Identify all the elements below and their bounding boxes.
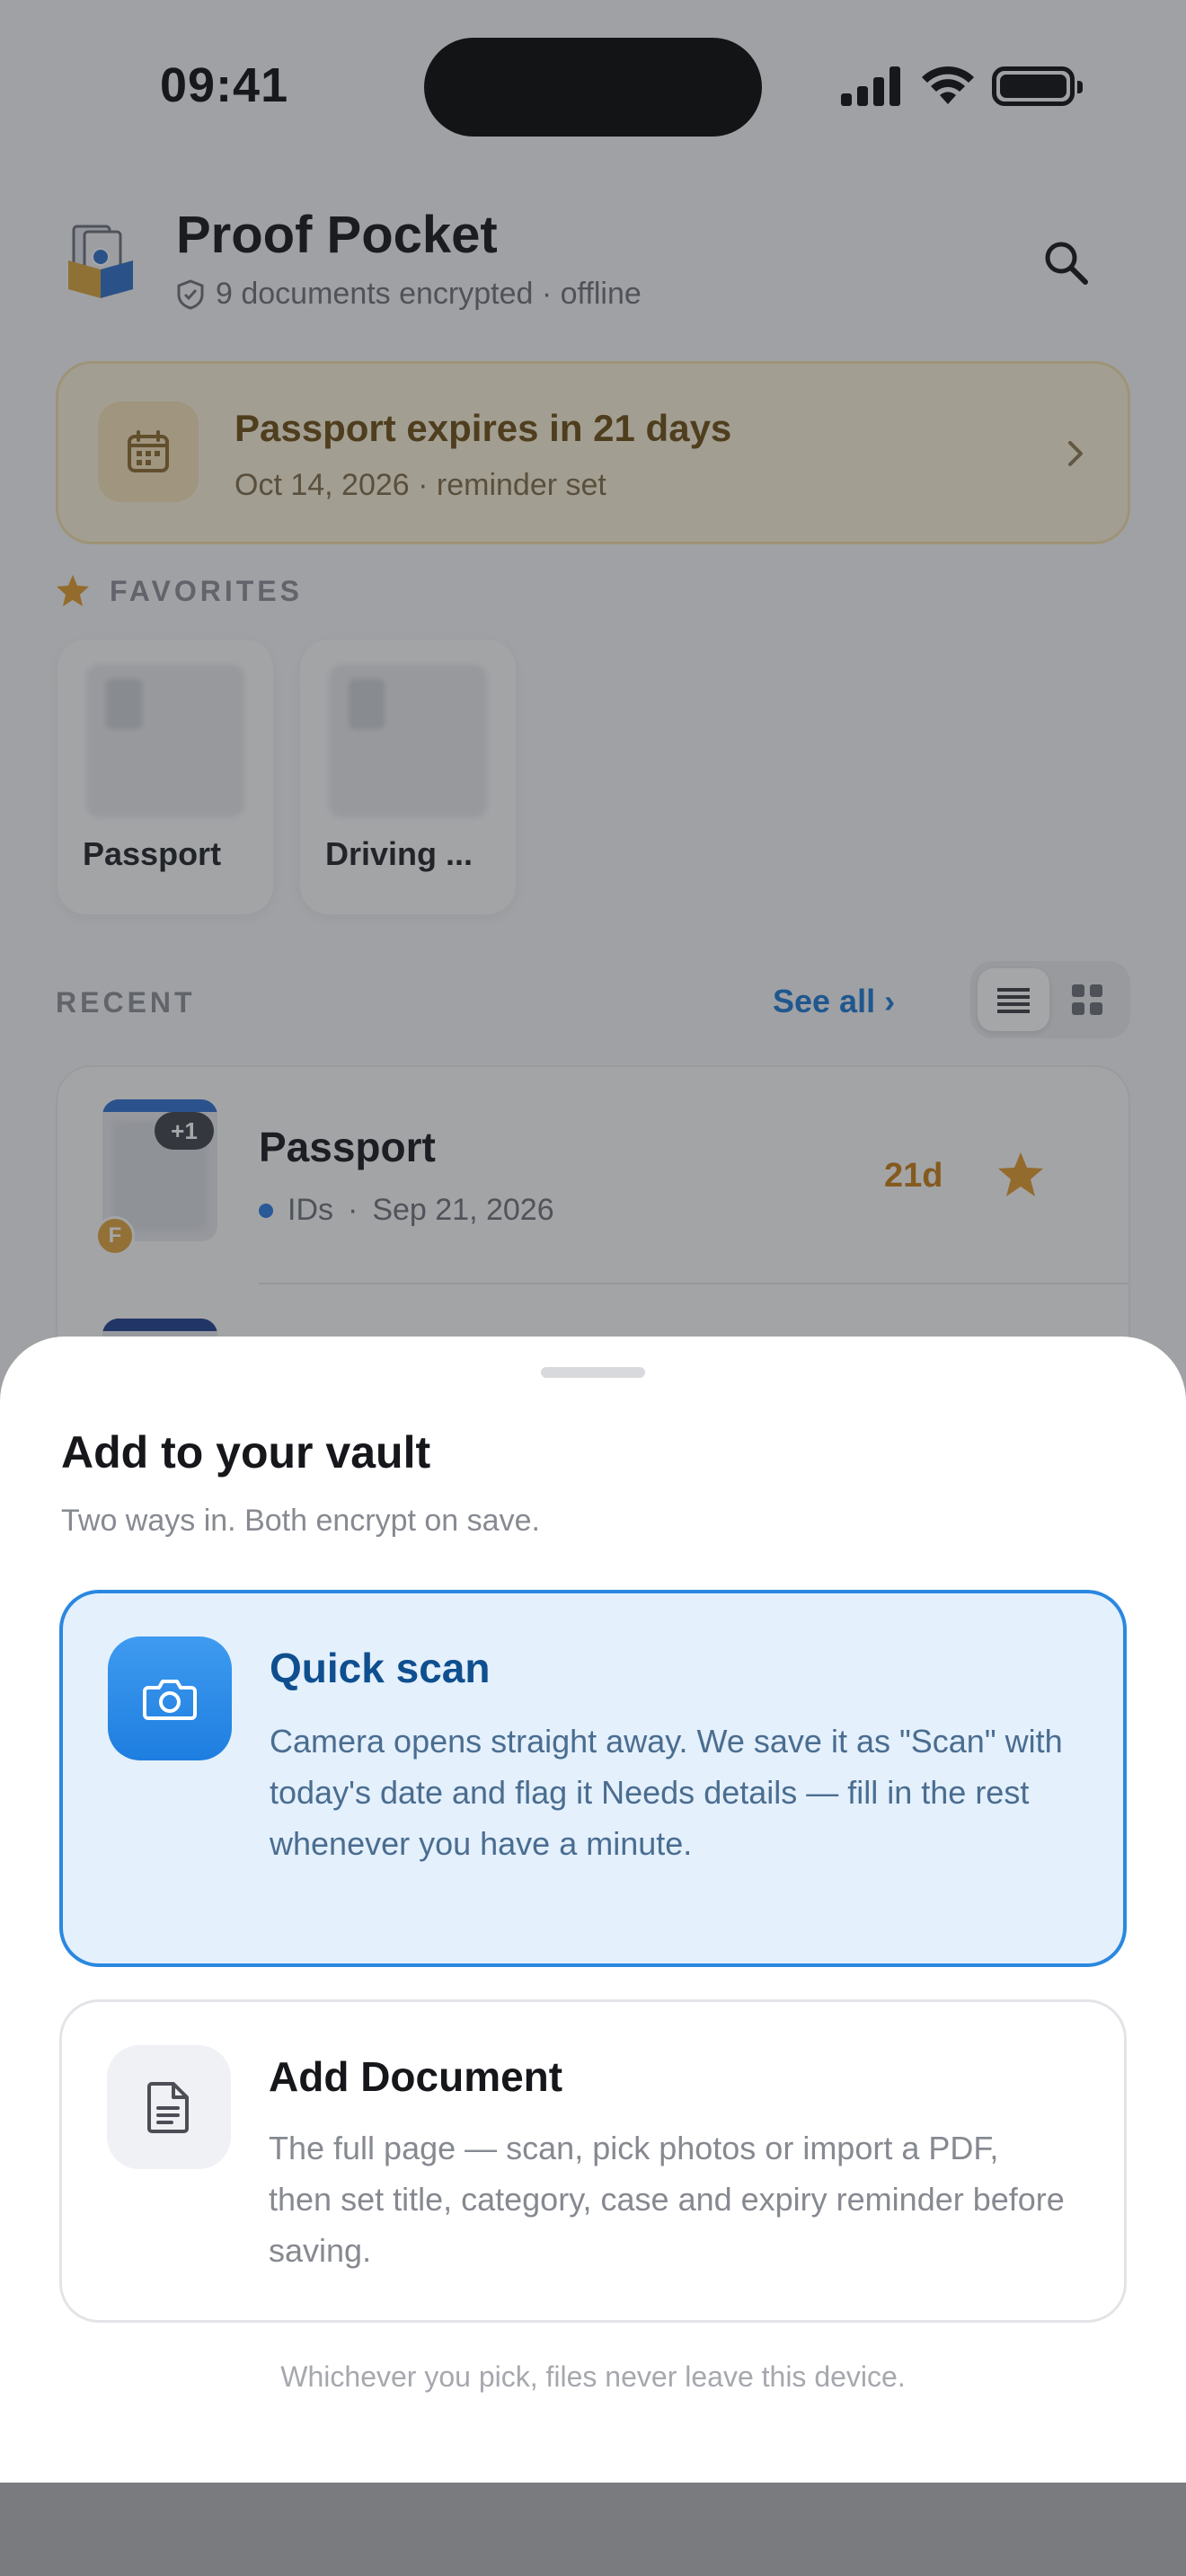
document-icon (107, 2045, 231, 2169)
add-to-vault-sheet: Add to your vault Two ways in. Both encr… (0, 1337, 1186, 2483)
sheet-grabber[interactable] (541, 1367, 645, 1378)
sheet-subtitle: Two ways in. Both encrypt on save. (61, 1504, 540, 1538)
quick-scan-option[interactable]: Quick scan Camera opens straight away. W… (59, 1590, 1127, 1967)
privacy-note: Whichever you pick, files never leave th… (280, 2360, 906, 2393)
home-screen: 09:41 Proof Pocket 9 documents encrypted… (0, 0, 1186, 2576)
add-document-title: Add Document (269, 2053, 563, 2100)
bottom-backdrop-strip (0, 2483, 1186, 2576)
camera-icon (108, 1636, 232, 1760)
quick-scan-description: Camera opens straight away. We save it a… (270, 1723, 1063, 1862)
quick-scan-title: Quick scan (270, 1645, 491, 1691)
sheet-title: Add to your vault (61, 1427, 431, 1478)
add-document-description: The full page — scan, pick photos or imp… (269, 2130, 1065, 2269)
add-document-option[interactable]: Add Document The full page — scan, pick … (59, 1999, 1127, 2323)
